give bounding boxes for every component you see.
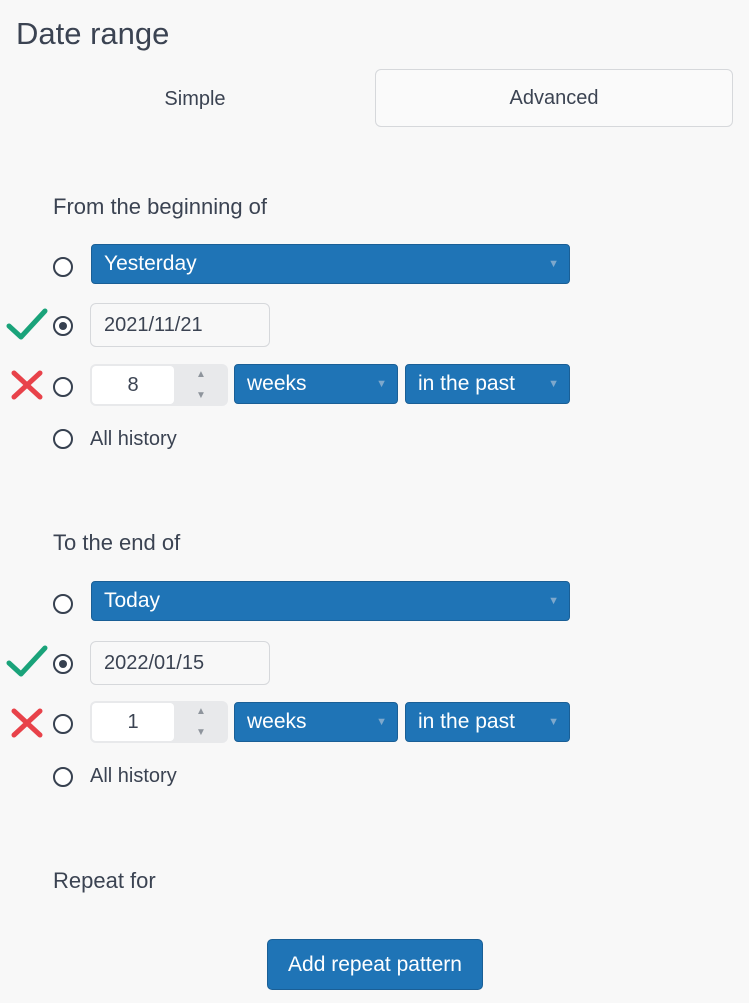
from-preset-value: Yesterday: [104, 252, 197, 275]
from-count-value[interactable]: 8: [92, 366, 174, 404]
to-direction-value: in the past: [418, 710, 515, 733]
from-all-history-radio[interactable]: [53, 429, 73, 449]
from-count-stepper[interactable]: 8 ▲ ▼: [90, 364, 228, 406]
to-date-input[interactable]: 2022/01/15: [90, 641, 270, 685]
caret-down-icon: ▼: [548, 595, 559, 607]
to-preset-radio[interactable]: [53, 594, 73, 614]
to-all-history-label[interactable]: All history: [90, 765, 177, 788]
from-direction-value: in the past: [418, 372, 515, 395]
caret-down-icon: ▼: [196, 390, 206, 401]
caret-up-icon: ▲: [196, 706, 206, 717]
from-all-history-label[interactable]: All history: [90, 428, 177, 451]
from-preset-radio[interactable]: [53, 257, 73, 277]
to-preset-select[interactable]: Today ▼: [91, 581, 570, 621]
tab-simple[interactable]: Simple: [15, 70, 375, 128]
caret-down-icon: ▼: [376, 378, 387, 390]
to-date-radio[interactable]: [53, 654, 73, 674]
from-direction-select[interactable]: in the past ▼: [405, 364, 570, 404]
to-direction-select[interactable]: in the past ▼: [405, 702, 570, 742]
from-count-spin: ▲ ▼: [174, 364, 228, 406]
add-repeat-pattern-button[interactable]: Add repeat pattern: [267, 939, 483, 990]
to-count-stepper[interactable]: 1 ▲ ▼: [90, 701, 228, 743]
caret-down-icon: ▼: [548, 378, 559, 390]
from-preset-select[interactable]: Yesterday ▼: [91, 244, 570, 284]
spin-down-button[interactable]: ▼: [174, 722, 228, 743]
caret-down-icon: ▼: [548, 258, 559, 270]
cross-icon: [11, 708, 43, 738]
to-relative-radio[interactable]: [53, 714, 73, 734]
to-unit-value: weeks: [247, 710, 307, 733]
caret-down-icon: ▼: [196, 727, 206, 738]
from-date-input[interactable]: 2021/11/21: [90, 303, 270, 347]
to-all-history-radio[interactable]: [53, 767, 73, 787]
to-section-label: To the end of: [53, 530, 181, 555]
spin-up-button[interactable]: ▲: [174, 364, 228, 385]
caret-up-icon: ▲: [196, 369, 206, 380]
spin-up-button[interactable]: ▲: [174, 701, 228, 722]
from-section-label: From the beginning of: [53, 194, 268, 219]
page-title: Date range: [16, 16, 170, 51]
repeat-section-label: Repeat for: [53, 868, 156, 893]
check-icon: [6, 308, 48, 340]
caret-down-icon: ▼: [548, 716, 559, 728]
spin-down-button[interactable]: ▼: [174, 385, 228, 406]
to-unit-select[interactable]: weeks ▼: [234, 702, 398, 742]
tab-advanced[interactable]: Advanced: [375, 69, 733, 127]
to-count-spin: ▲ ▼: [174, 701, 228, 743]
from-date-radio[interactable]: [53, 316, 73, 336]
to-preset-value: Today: [104, 589, 161, 612]
check-icon: [6, 645, 48, 677]
to-count-value[interactable]: 1: [92, 703, 174, 741]
from-relative-radio[interactable]: [53, 377, 73, 397]
cross-icon: [11, 370, 43, 400]
from-unit-select[interactable]: weeks ▼: [234, 364, 398, 404]
caret-down-icon: ▼: [376, 716, 387, 728]
from-unit-value: weeks: [247, 372, 307, 395]
